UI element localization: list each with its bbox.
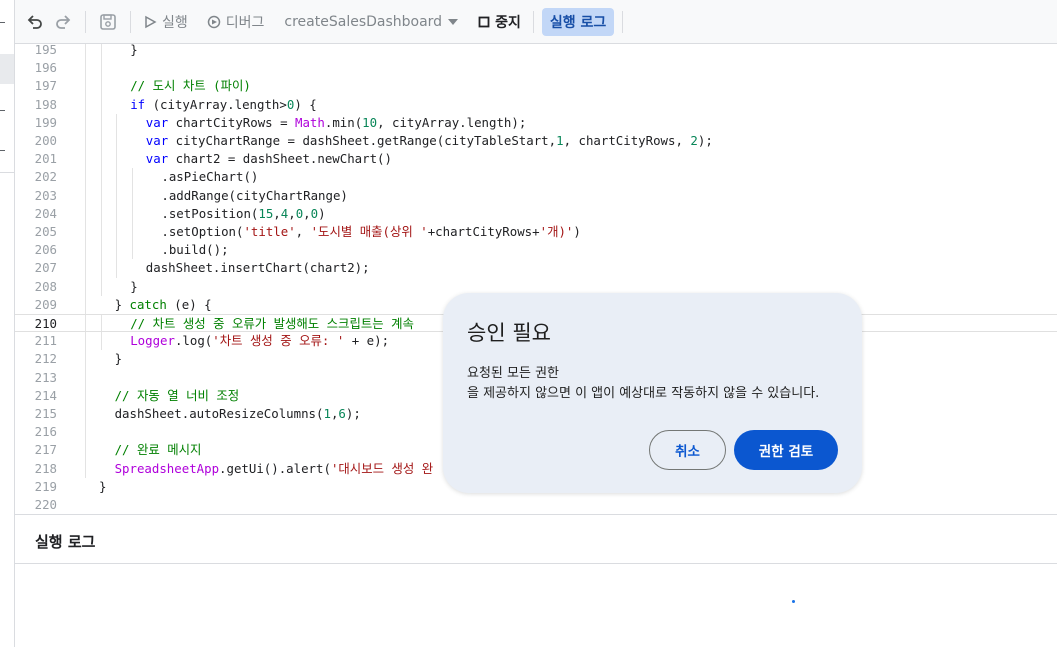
authorization-dialog: 승인 필요 요청된 모든 권한 을 제공하지 않으면 이 앱이 예상대로 작동하… <box>443 293 862 493</box>
dialog-line-2: 을 제공하지 않으면 이 앱이 예상대로 작동하지 않을 수 있습니다. <box>467 386 820 401</box>
cancel-button[interactable]: 취소 <box>649 430 726 470</box>
dialog-title: 승인 필요 <box>467 321 551 345</box>
dialog-body: 요청된 모든 권한 을 제공하지 않으면 이 앱이 예상대로 작동하지 않을 수… <box>467 364 819 404</box>
dialog-line-1: 요청된 모든 권한 <box>467 366 559 381</box>
review-permissions-button[interactable]: 권한 검토 <box>734 430 838 470</box>
